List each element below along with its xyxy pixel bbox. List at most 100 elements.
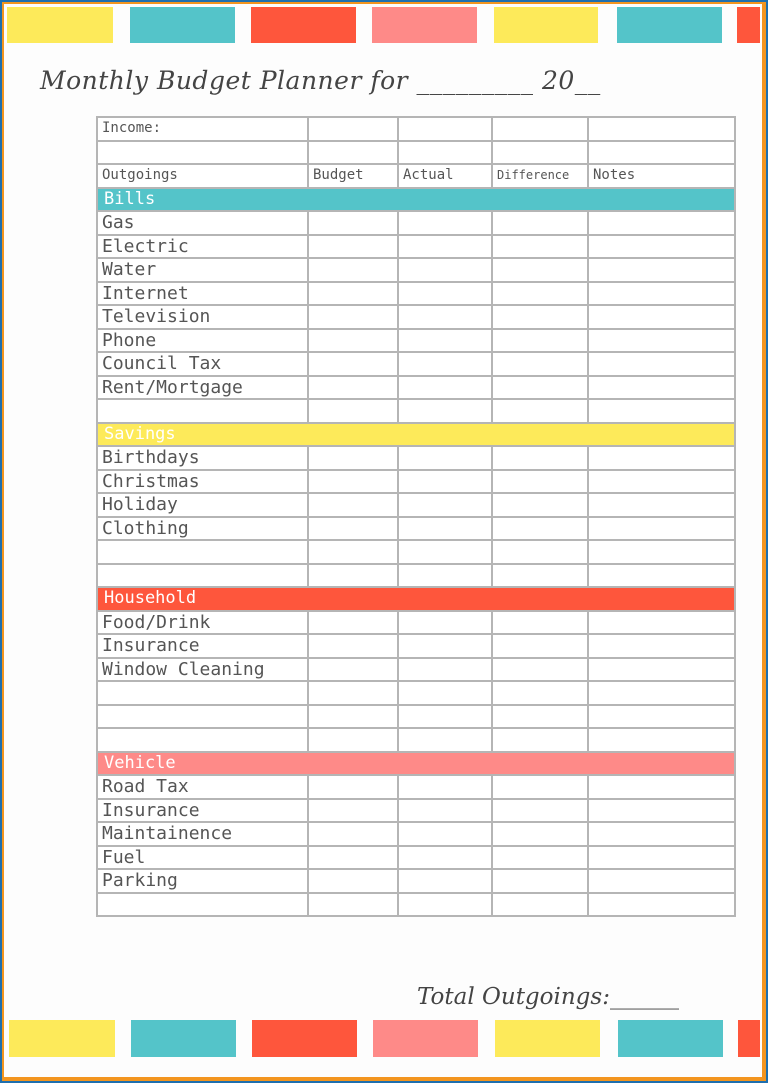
budget-cell[interactable] [307, 351, 399, 377]
notes-cell[interactable] [587, 327, 736, 353]
budget-cell[interactable] [307, 797, 399, 823]
budget-cell[interactable] [307, 609, 399, 635]
budget-cell[interactable] [307, 703, 399, 729]
difference-cell[interactable] [491, 562, 589, 588]
actual-cell[interactable] [397, 280, 493, 306]
actual-cell[interactable] [397, 374, 493, 400]
budget-cell[interactable] [307, 821, 399, 847]
budget-cell[interactable] [307, 398, 399, 424]
actual-cell[interactable] [397, 609, 493, 635]
budget-cell[interactable] [307, 280, 399, 306]
budget-cell[interactable] [307, 492, 399, 518]
notes-cell[interactable] [587, 468, 736, 494]
notes-cell[interactable] [587, 821, 736, 847]
actual-cell[interactable] [397, 797, 493, 823]
notes-cell[interactable] [587, 515, 736, 541]
actual-cell[interactable] [397, 891, 493, 917]
notes-cell[interactable] [587, 257, 736, 283]
budget-cell[interactable] [307, 656, 399, 682]
budget-cell[interactable] [307, 515, 399, 541]
difference-cell[interactable] [491, 515, 589, 541]
budget-cell[interactable] [307, 210, 399, 236]
budget-cell[interactable] [307, 891, 399, 917]
difference-cell[interactable] [491, 633, 589, 659]
income-blank-cell[interactable] [307, 139, 399, 165]
budget-cell[interactable] [307, 374, 399, 400]
difference-cell[interactable] [491, 210, 589, 236]
difference-cell[interactable] [491, 844, 589, 870]
difference-cell[interactable] [491, 257, 589, 283]
notes-cell[interactable] [587, 562, 736, 588]
difference-cell[interactable] [491, 280, 589, 306]
income-actual-cell[interactable] [397, 116, 493, 142]
difference-cell[interactable] [491, 727, 589, 753]
blank-item-cell[interactable] [96, 539, 309, 565]
notes-cell[interactable] [587, 703, 736, 729]
actual-cell[interactable] [397, 844, 493, 870]
income-blank-cell[interactable] [587, 139, 736, 165]
budget-cell[interactable] [307, 844, 399, 870]
notes-cell[interactable] [587, 868, 736, 894]
difference-cell[interactable] [491, 821, 589, 847]
budget-cell[interactable] [307, 680, 399, 706]
difference-cell[interactable] [491, 539, 589, 565]
difference-cell[interactable] [491, 680, 589, 706]
notes-cell[interactable] [587, 374, 736, 400]
notes-cell[interactable] [587, 233, 736, 259]
budget-cell[interactable] [307, 633, 399, 659]
actual-cell[interactable] [397, 562, 493, 588]
notes-cell[interactable] [587, 633, 736, 659]
actual-cell[interactable] [397, 351, 493, 377]
notes-cell[interactable] [587, 844, 736, 870]
budget-cell[interactable] [307, 327, 399, 353]
notes-cell[interactable] [587, 492, 736, 518]
actual-cell[interactable] [397, 257, 493, 283]
actual-cell[interactable] [397, 327, 493, 353]
budget-cell[interactable] [307, 257, 399, 283]
blank-item-cell[interactable] [96, 703, 309, 729]
difference-cell[interactable] [491, 398, 589, 424]
income-blank-cell[interactable] [491, 139, 589, 165]
actual-cell[interactable] [397, 515, 493, 541]
income-blank-cell[interactable] [96, 139, 309, 165]
actual-cell[interactable] [397, 304, 493, 330]
difference-cell[interactable] [491, 468, 589, 494]
notes-cell[interactable] [587, 609, 736, 635]
difference-cell[interactable] [491, 797, 589, 823]
budget-cell[interactable] [307, 562, 399, 588]
difference-cell[interactable] [491, 703, 589, 729]
difference-cell[interactable] [491, 868, 589, 894]
difference-cell[interactable] [491, 351, 589, 377]
actual-cell[interactable] [397, 680, 493, 706]
income-blank-cell[interactable] [397, 139, 493, 165]
budget-cell[interactable] [307, 539, 399, 565]
difference-cell[interactable] [491, 374, 589, 400]
blank-item-cell[interactable] [96, 562, 309, 588]
actual-cell[interactable] [397, 210, 493, 236]
notes-cell[interactable] [587, 280, 736, 306]
notes-cell[interactable] [587, 680, 736, 706]
actual-cell[interactable] [397, 774, 493, 800]
difference-cell[interactable] [491, 609, 589, 635]
blank-item-cell[interactable] [96, 891, 309, 917]
actual-cell[interactable] [397, 821, 493, 847]
notes-cell[interactable] [587, 727, 736, 753]
notes-cell[interactable] [587, 774, 736, 800]
budget-cell[interactable] [307, 727, 399, 753]
notes-cell[interactable] [587, 656, 736, 682]
actual-cell[interactable] [397, 656, 493, 682]
actual-cell[interactable] [397, 492, 493, 518]
budget-cell[interactable] [307, 233, 399, 259]
actual-cell[interactable] [397, 703, 493, 729]
actual-cell[interactable] [397, 233, 493, 259]
income-budget-cell[interactable] [307, 116, 399, 142]
actual-cell[interactable] [397, 398, 493, 424]
budget-cell[interactable] [307, 868, 399, 894]
notes-cell[interactable] [587, 891, 736, 917]
difference-cell[interactable] [491, 656, 589, 682]
budget-cell[interactable] [307, 304, 399, 330]
income-difference-cell[interactable] [491, 116, 589, 142]
budget-cell[interactable] [307, 774, 399, 800]
notes-cell[interactable] [587, 445, 736, 471]
difference-cell[interactable] [491, 891, 589, 917]
